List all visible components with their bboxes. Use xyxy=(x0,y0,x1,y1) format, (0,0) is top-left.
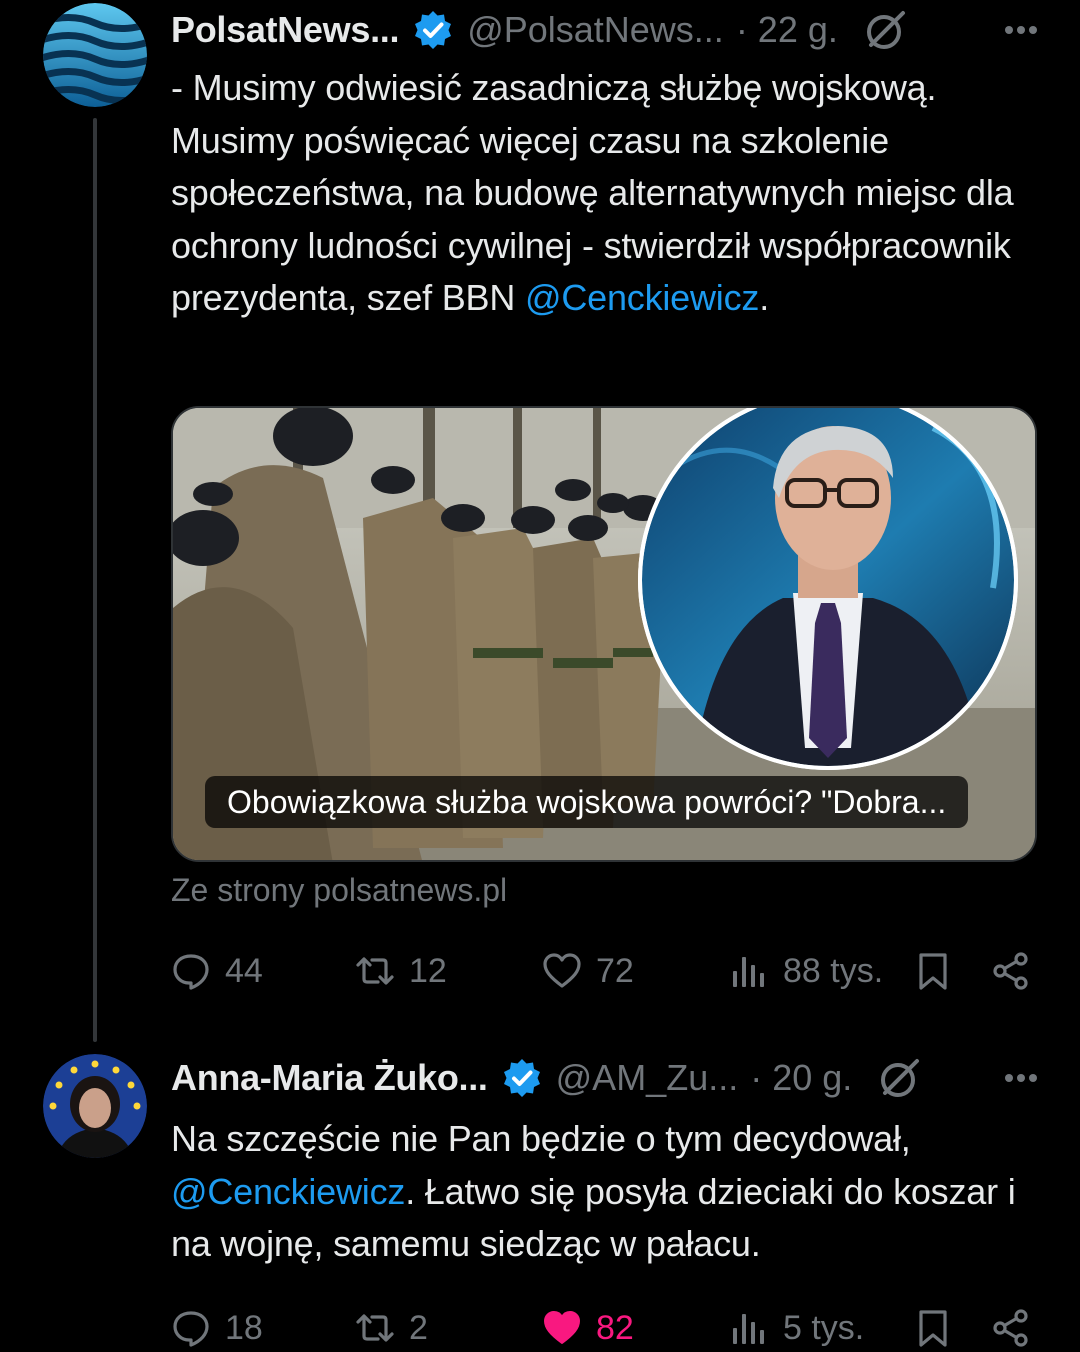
repost-button[interactable]: 2 xyxy=(355,1303,428,1352)
reply-button[interactable]: 44 xyxy=(171,946,263,996)
reply-icon xyxy=(173,954,209,990)
more-icon[interactable] xyxy=(1001,1060,1041,1096)
views-icon xyxy=(733,1314,764,1344)
like-count: 82 xyxy=(596,1308,634,1347)
author-handle[interactable]: @PolsatNews... xyxy=(467,9,724,51)
tweet-reply[interactable]: Anna-Maria Żuko... @AM_Zu... · 20 g. Na … xyxy=(0,1040,1080,1352)
like-button[interactable]: 72 xyxy=(542,946,634,996)
card-caption: Obowiązkowa służba wojskowa powróci? "Do… xyxy=(205,776,969,828)
reply-count: 44 xyxy=(225,951,263,990)
views-button[interactable]: 88 tys. xyxy=(729,946,883,996)
author-handle[interactable]: @AM_Zu... xyxy=(556,1057,739,1099)
more-icon[interactable] xyxy=(1001,12,1041,48)
author-name[interactable]: Anna-Maria Żuko... xyxy=(171,1057,488,1099)
link-card[interactable]: Obowiązkowa służba wojskowa powróci? "Do… xyxy=(171,406,1037,862)
like-count: 72 xyxy=(596,951,634,990)
share-icon xyxy=(993,1309,1028,1347)
like-button[interactable]: 82 xyxy=(542,1303,634,1352)
bookmark-icon xyxy=(919,1310,947,1347)
views-count: 88 tys. xyxy=(783,951,884,990)
views-count: 5 tys. xyxy=(783,1308,865,1347)
bookmark-icon xyxy=(919,953,947,990)
share-icon xyxy=(993,952,1028,990)
card-source[interactable]: Ze strony polsatnews.pl xyxy=(171,872,507,909)
tweet-text: Na szczęście nie Pan będzie o tym decydo… xyxy=(171,1113,1041,1271)
timestamp[interactable]: · 20 g. xyxy=(750,1057,852,1099)
tweet-header: Anna-Maria Żuko... @AM_Zu... · 20 g. xyxy=(171,1050,1041,1106)
grok-icon[interactable] xyxy=(878,1056,922,1100)
repost-count: 12 xyxy=(409,951,447,990)
bookmark-button[interactable] xyxy=(913,946,967,996)
reply-button[interactable]: 18 xyxy=(171,1303,263,1352)
author-name[interactable]: PolsatNews... xyxy=(171,9,399,51)
tweet-text-body: Na szczęście nie Pan będzie o tym decydo… xyxy=(171,1118,911,1159)
tweet-header: PolsatNews... @PolsatNews... · 22 g. xyxy=(171,2,1041,58)
reply-count: 18 xyxy=(225,1308,263,1347)
views-icon xyxy=(733,957,764,987)
avatar-anna-maria[interactable] xyxy=(43,1054,147,1158)
mention-link[interactable]: @Cenckiewicz xyxy=(171,1171,405,1212)
bookmark-button[interactable] xyxy=(913,1303,967,1352)
tweet-text-tail: . xyxy=(759,277,769,318)
repost-button[interactable]: 12 xyxy=(355,946,447,996)
tweet-polsatnews[interactable]: PolsatNews... @PolsatNews... · 22 g. - M… xyxy=(0,0,1080,1042)
grok-icon[interactable] xyxy=(864,8,908,52)
verified-badge-icon xyxy=(415,11,452,49)
share-button[interactable] xyxy=(991,1303,1045,1352)
timestamp[interactable]: · 22 g. xyxy=(736,9,838,51)
share-button[interactable] xyxy=(991,946,1045,996)
tweet-actions: 44 12 72 88 tys. xyxy=(171,946,1041,996)
repost-count: 2 xyxy=(409,1308,428,1347)
tweet-actions: 18 2 82 5 tys. xyxy=(171,1303,1041,1352)
repost-icon xyxy=(356,1314,394,1342)
like-icon xyxy=(544,1311,580,1344)
like-icon xyxy=(543,953,581,988)
avatar-polsatnews[interactable] xyxy=(43,3,147,107)
thread-line xyxy=(93,118,97,1042)
reply-icon xyxy=(173,1311,209,1347)
verified-badge-icon xyxy=(503,1059,540,1097)
tweet-text: - Musimy odwiesić zasadniczą służbę wojs… xyxy=(171,62,1041,325)
views-button[interactable]: 5 tys. xyxy=(729,1303,864,1352)
mention-link[interactable]: @Cenckiewicz xyxy=(525,277,759,318)
repost-icon xyxy=(356,957,394,985)
